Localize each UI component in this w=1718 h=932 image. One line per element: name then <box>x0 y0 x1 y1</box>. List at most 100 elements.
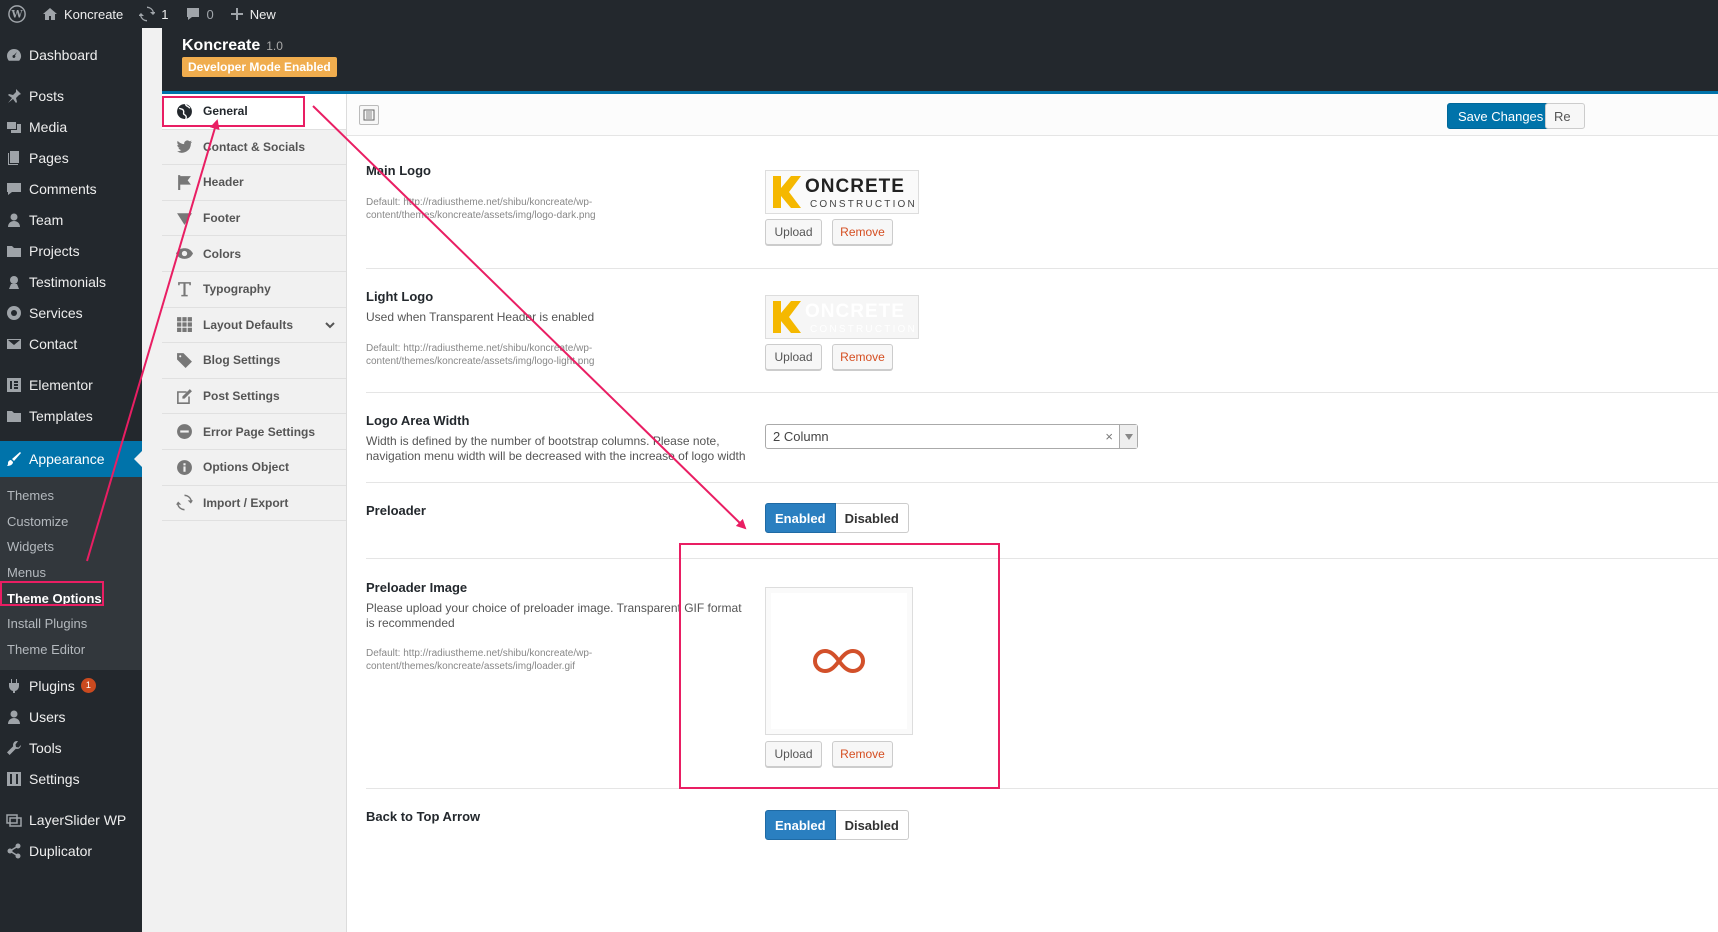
menu-elementor[interactable]: Elementor <box>0 369 142 400</box>
pages-icon <box>5 149 23 167</box>
tab-header[interactable]: Header <box>162 165 346 201</box>
submenu-themes[interactable]: Themes <box>0 483 142 509</box>
tab-blog-settings[interactable]: Blog Settings <box>162 343 346 379</box>
menu-posts[interactable]: Posts <box>0 80 142 111</box>
menu-plugins[interactable]: Plugins 1 <box>0 670 142 701</box>
user-icon <box>5 708 23 726</box>
folder-icon <box>5 407 23 425</box>
theme-version: 1.0 <box>266 39 283 53</box>
tab-colors[interactable]: Colors <box>162 236 346 272</box>
wordpress-logo-icon[interactable]: W <box>0 0 34 28</box>
annotation-theme-options-highlight <box>0 581 104 606</box>
menu-settings[interactable]: Settings <box>0 763 142 794</box>
flag-icon <box>175 173 193 191</box>
enabled-button[interactable]: Enabled <box>765 810 836 840</box>
koncreate-light-logo: ONCRETE CONSTRUCTION <box>773 301 915 335</box>
menu-tools[interactable]: Tools <box>0 732 142 763</box>
disabled-button[interactable]: Disabled <box>835 810 909 840</box>
expand-options-button[interactable] <box>359 105 379 125</box>
logo-tagline: CONSTRUCTION <box>810 324 915 335</box>
logo-width-select[interactable]: 2 Column × <box>765 424 1138 449</box>
pin-icon <box>5 87 23 105</box>
tab-error-page[interactable]: Error Page Settings <box>162 414 346 450</box>
enabled-button[interactable]: Enabled <box>765 503 836 533</box>
updates-count: 1 <box>161 6 169 22</box>
option-default-desc: Default: http://radiustheme.net/shibu/ko… <box>366 648 593 672</box>
home-icon <box>43 8 57 20</box>
menu-duplicator[interactable]: Duplicator <box>0 835 142 866</box>
submenu-install-plugins[interactable]: Install Plugins <box>0 611 142 637</box>
new-content-link[interactable]: New <box>222 0 284 28</box>
menu-testimonials[interactable]: Testimonials <box>0 266 142 297</box>
tab-layout-defaults[interactable]: Layout Defaults <box>162 308 346 344</box>
tab-options-object[interactable]: Options Object <box>162 450 346 486</box>
option-default-desc: Default: http://radiustheme.net/shibu/ko… <box>366 343 595 367</box>
back-to-top-switch: Enabled Disabled <box>765 810 909 840</box>
tags-icon <box>175 351 193 369</box>
submenu-widgets[interactable]: Widgets <box>0 534 142 560</box>
tab-footer[interactable]: Footer <box>162 201 346 237</box>
option-subtitle: Width is defined by the number of bootst… <box>366 434 746 463</box>
svg-text:W: W <box>10 10 23 21</box>
save-changes-button[interactable]: Save Changes <box>1447 103 1555 129</box>
tab-post-settings[interactable]: Post Settings <box>162 379 346 415</box>
menu-services[interactable]: Services <box>0 297 142 328</box>
option-preloader-image: Preloader Image Please upload your choic… <box>366 559 1718 789</box>
option-title: Logo Area Width <box>366 413 470 428</box>
tab-contact-socials[interactable]: Contact & Socials <box>162 130 346 166</box>
menu-pages[interactable]: Pages <box>0 142 142 173</box>
options-toolbar: Save Changes Re <box>347 94 1718 136</box>
option-title: Preloader Image <box>366 580 468 595</box>
plus-icon <box>230 8 243 20</box>
dev-mode-badge: Developer Mode Enabled <box>182 57 337 77</box>
menu-users[interactable]: Users <box>0 701 142 732</box>
preloader-switch: Enabled Disabled <box>765 503 909 533</box>
refresh-icon <box>175 494 193 512</box>
option-title: Light Logo <box>366 289 434 304</box>
brush-icon <box>5 450 23 468</box>
eye-icon <box>175 245 193 263</box>
comments-link[interactable]: 0 <box>177 0 222 28</box>
admin-menu: Dashboard Posts Media Pages Comments Tea… <box>0 28 142 932</box>
dropdown-arrow-icon[interactable] <box>1119 425 1137 448</box>
list-icon <box>363 109 375 121</box>
annotation-general-highlight <box>162 96 305 127</box>
option-title: Preloader <box>366 503 426 518</box>
upload-button[interactable]: Upload <box>765 344 822 370</box>
minus-circle-icon <box>175 423 193 441</box>
remove-button[interactable]: Remove <box>832 344 893 370</box>
upload-button[interactable]: Upload <box>765 219 822 245</box>
tab-import-export[interactable]: Import / Export <box>162 486 346 522</box>
mail-icon <box>5 335 23 353</box>
tab-typography[interactable]: Typography <box>162 272 346 308</box>
comment-icon <box>186 8 199 20</box>
menu-appearance[interactable]: Appearance <box>0 441 142 477</box>
updates-link[interactable]: 1 <box>131 0 176 28</box>
menu-layerslider[interactable]: LayerSlider WP <box>0 804 142 835</box>
menu-contact[interactable]: Contact <box>0 328 142 359</box>
option-title: Back to Top Arrow <box>366 809 481 824</box>
elementor-icon <box>5 376 23 394</box>
options-header: Koncreate 1.0 Developer Mode Enabled <box>162 28 1718 94</box>
option-preloader: Preloader Enabled Disabled <box>366 483 1718 559</box>
media-icon <box>5 118 23 136</box>
logo-tagline: CONSTRUCTION <box>810 199 915 210</box>
site-name-link[interactable]: Koncreate <box>34 0 131 28</box>
clear-icon[interactable]: × <box>1105 429 1113 444</box>
theme-title: Koncreate 1.0 <box>182 37 283 54</box>
wrench-icon <box>5 739 23 757</box>
remove-button[interactable]: Remove <box>832 219 893 245</box>
info-icon <box>175 458 193 476</box>
reset-button[interactable]: Re <box>1545 103 1585 129</box>
submenu-theme-editor[interactable]: Theme Editor <box>0 637 142 663</box>
menu-team[interactable]: Team <box>0 204 142 235</box>
menu-comments[interactable]: Comments <box>0 173 142 204</box>
chevron-down-icon[interactable] <box>324 319 336 334</box>
main-logo-preview: ONCRETE CONSTRUCTION <box>765 170 919 214</box>
disabled-button[interactable]: Disabled <box>835 503 909 533</box>
menu-media[interactable]: Media <box>0 111 142 142</box>
submenu-customize[interactable]: Customize <box>0 509 142 535</box>
menu-projects[interactable]: Projects <box>0 235 142 266</box>
menu-templates[interactable]: Templates <box>0 400 142 431</box>
menu-dashboard[interactable]: Dashboard <box>0 39 142 70</box>
